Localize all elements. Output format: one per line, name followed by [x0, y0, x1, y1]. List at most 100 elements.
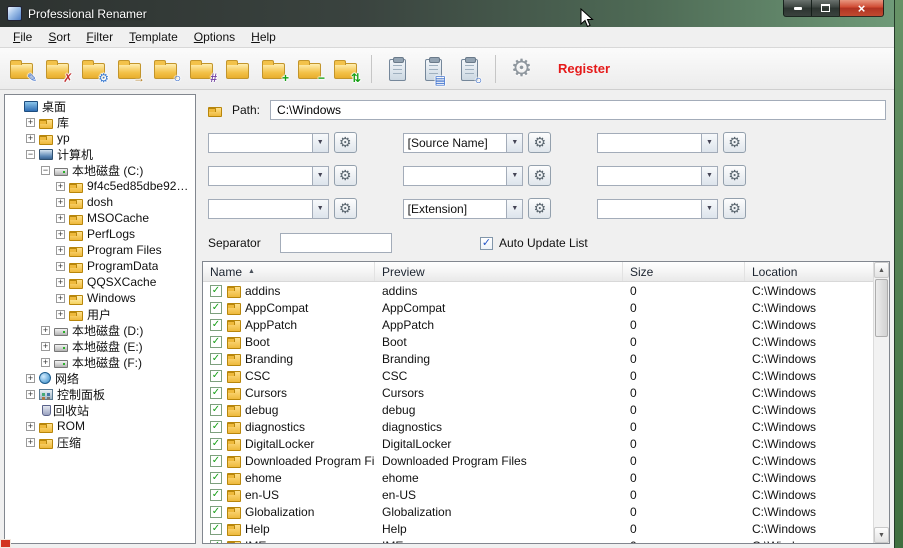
rule-combo-r2-c3[interactable]: ▼: [597, 166, 718, 186]
rule-combo-r3-c3[interactable]: ▼: [597, 199, 718, 219]
rule-combo-r3-c1[interactable]: ▼: [208, 199, 329, 219]
settings-button[interactable]: ⚙: [506, 52, 537, 86]
row-checkbox[interactable]: ✓: [210, 506, 222, 518]
rule-combo-r3-c2[interactable]: [Extension]▼: [403, 199, 524, 219]
expand-icon[interactable]: +: [56, 230, 65, 239]
table-row[interactable]: ✓ehomeehome0C:\Windows: [203, 469, 873, 486]
scroll-down-button[interactable]: ▼: [874, 527, 889, 543]
add-files-button[interactable]: +: [258, 52, 289, 86]
chevron-down-icon[interactable]: ▼: [312, 167, 328, 185]
expand-icon[interactable]: +: [26, 438, 35, 447]
expand-icon[interactable]: +: [56, 294, 65, 303]
row-checkbox[interactable]: ✓: [210, 421, 222, 433]
tree-item[interactable]: +本地磁盘 (E:): [7, 338, 195, 354]
tree-item[interactable]: −本地磁盘 (C:): [7, 162, 195, 178]
column-header-location[interactable]: Location: [745, 262, 873, 281]
tree-item[interactable]: +本地磁盘 (D:): [7, 322, 195, 338]
preview-list-button[interactable]: ○: [454, 52, 485, 86]
tree-item[interactable]: +yp: [7, 130, 195, 146]
table-row[interactable]: ✓CursorsCursors0C:\Windows: [203, 384, 873, 401]
tree-item[interactable]: +库: [7, 114, 195, 130]
tree-item[interactable]: 回收站: [7, 402, 195, 418]
table-row[interactable]: ✓AppCompatAppCompat0C:\Windows: [203, 299, 873, 316]
row-checkbox[interactable]: ✓: [210, 523, 222, 535]
table-row[interactable]: ✓addinsaddins0C:\Windows: [203, 282, 873, 299]
rule-combo-r2-c2[interactable]: ▼: [403, 166, 524, 186]
expand-icon[interactable]: +: [26, 374, 35, 383]
menu-item-help[interactable]: Help: [243, 28, 284, 46]
column-header-size[interactable]: Size: [623, 262, 745, 281]
open-folder-button[interactable]: →: [114, 52, 145, 86]
table-row[interactable]: ✓AppPatchAppPatch0C:\Windows: [203, 316, 873, 333]
expand-icon[interactable]: +: [26, 390, 35, 399]
row-checkbox[interactable]: ✓: [210, 302, 222, 314]
chevron-down-icon[interactable]: ▼: [506, 200, 522, 218]
tree-item[interactable]: +PerfLogs: [7, 226, 195, 242]
rule-combo-r1-c3[interactable]: ▼: [597, 133, 718, 153]
rule-settings-button-r1-c3[interactable]: ⚙: [723, 132, 746, 153]
menu-item-template[interactable]: Template: [121, 28, 186, 46]
expand-icon[interactable]: +: [41, 326, 50, 335]
browse-folder-button[interactable]: [222, 52, 253, 86]
tree-item[interactable]: +QQSXCache: [7, 274, 195, 290]
row-checkbox[interactable]: ✓: [210, 489, 222, 501]
row-checkbox[interactable]: ✓: [210, 336, 222, 348]
update-list-button[interactable]: ⇅: [330, 52, 361, 86]
row-checkbox[interactable]: ✓: [210, 438, 222, 450]
close-button[interactable]: ×: [839, 0, 884, 17]
vertical-scrollbar[interactable]: ▲ ▼: [873, 262, 889, 543]
menu-item-sort[interactable]: Sort: [40, 28, 78, 46]
expand-icon[interactable]: +: [41, 342, 50, 351]
tree-item[interactable]: 桌面: [7, 98, 195, 114]
copy-list-button[interactable]: [382, 52, 413, 86]
row-checkbox[interactable]: ✓: [210, 370, 222, 382]
table-row[interactable]: ✓debugdebug0C:\Windows: [203, 401, 873, 418]
row-checkbox[interactable]: ✓: [210, 540, 222, 544]
expand-icon[interactable]: +: [26, 134, 35, 143]
tree-item[interactable]: +ROM: [7, 418, 195, 434]
column-header-name[interactable]: Name▲: [203, 262, 375, 281]
scroll-thumb[interactable]: [875, 279, 888, 337]
expand-icon[interactable]: +: [56, 278, 65, 287]
table-row[interactable]: ✓CSCCSC0C:\Windows: [203, 367, 873, 384]
folder-options-button[interactable]: ⚙: [78, 52, 109, 86]
row-checkbox[interactable]: ✓: [210, 404, 222, 416]
table-row[interactable]: ✓BrandingBranding0C:\Windows: [203, 350, 873, 367]
row-checkbox[interactable]: ✓: [210, 319, 222, 331]
chevron-down-icon[interactable]: ▼: [312, 134, 328, 152]
tree-item[interactable]: −计算机: [7, 146, 195, 162]
maximize-button[interactable]: [812, 0, 839, 17]
register-link[interactable]: Register: [558, 61, 610, 76]
undo-rename-button[interactable]: ✗: [42, 52, 73, 86]
row-checkbox[interactable]: ✓: [210, 285, 222, 297]
chevron-down-icon[interactable]: ▼: [506, 167, 522, 185]
expand-icon[interactable]: +: [26, 118, 35, 127]
chevron-down-icon[interactable]: ▼: [506, 134, 522, 152]
rule-settings-button-r2-c2[interactable]: ⚙: [528, 165, 551, 186]
collapse-icon[interactable]: −: [26, 150, 35, 159]
expand-icon[interactable]: +: [56, 198, 65, 207]
chevron-down-icon[interactable]: ▼: [701, 200, 717, 218]
scroll-up-button[interactable]: ▲: [874, 262, 889, 278]
table-row[interactable]: ✓HelpHelp0C:\Windows: [203, 520, 873, 537]
tree-item[interactable]: +用户: [7, 306, 195, 322]
rule-settings-button-r3-c2[interactable]: ⚙: [528, 198, 551, 219]
table-row[interactable]: ✓en-USen-US0C:\Windows: [203, 486, 873, 503]
tree-item[interactable]: +9f4c5ed85dbe92ea8ca: [7, 178, 195, 194]
expand-icon[interactable]: +: [56, 214, 65, 223]
rule-settings-button-r3-c3[interactable]: ⚙: [723, 198, 746, 219]
chevron-down-icon[interactable]: ▼: [701, 167, 717, 185]
expand-icon[interactable]: +: [56, 246, 65, 255]
table-row[interactable]: ✓diagnosticsdiagnostics0C:\Windows: [203, 418, 873, 435]
path-input[interactable]: [270, 100, 886, 120]
search-folder-button[interactable]: ○: [150, 52, 181, 86]
expand-icon[interactable]: +: [41, 358, 50, 367]
auto-update-option[interactable]: ✓ Auto Update List: [480, 236, 588, 250]
auto-update-checkbox[interactable]: ✓: [480, 237, 493, 250]
tree-item[interactable]: +dosh: [7, 194, 195, 210]
menu-item-file[interactable]: File: [5, 28, 40, 46]
column-header-preview[interactable]: Preview: [375, 262, 623, 281]
rule-settings-button-r1-c1[interactable]: ⚙: [334, 132, 357, 153]
rule-settings-button-r1-c2[interactable]: ⚙: [528, 132, 551, 153]
expand-icon[interactable]: +: [56, 262, 65, 271]
